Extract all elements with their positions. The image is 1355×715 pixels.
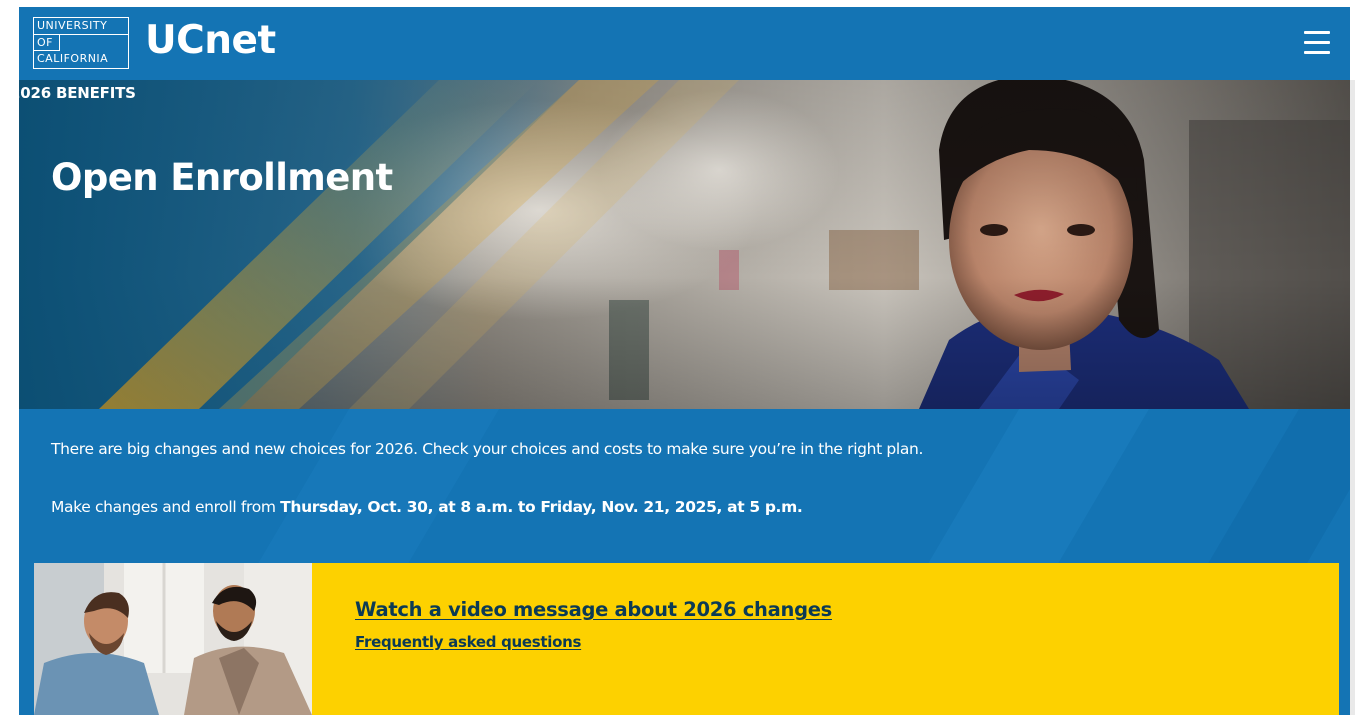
section-eyebrow: 2026 BENEFITS	[19, 84, 136, 102]
callout-photo	[34, 563, 312, 715]
menu-bar	[1304, 41, 1330, 44]
hamburger-menu-icon[interactable]	[1304, 31, 1330, 55]
faq-link[interactable]: Frequently asked questions	[355, 633, 581, 651]
hero-banner: Open Enrollment	[19, 80, 1350, 409]
page-scrollbar[interactable]	[1350, 80, 1355, 715]
video-callout-card: Watch a video message about 2026 changes…	[34, 563, 1339, 715]
uc-logo[interactable]: UNIVERSITY OF CALIFORNIA	[33, 17, 129, 69]
page: UNIVERSITY OF CALIFORNIA UCnet Open Enro…	[0, 0, 1355, 715]
enroll-prefix: Make changes and enroll from	[51, 498, 281, 516]
menu-bar	[1304, 51, 1330, 54]
watch-video-link[interactable]: Watch a video message about 2026 changes	[355, 598, 832, 621]
hero-image	[19, 80, 1350, 409]
menu-bar	[1304, 31, 1330, 34]
enroll-dates: Thursday, Oct. 30, at 8 a.m. to Friday, …	[280, 498, 803, 516]
two-men-photo	[34, 563, 312, 715]
intro-paragraph-2: Make changes and enroll from Thursday, O…	[51, 498, 803, 516]
eyebrow-container: 2026 BENEFITS	[19, 80, 219, 110]
logo-line-of: OF	[34, 34, 60, 51]
site-header: UNIVERSITY OF CALIFORNIA UCnet	[19, 7, 1350, 80]
site-name[interactable]: UCnet	[145, 17, 276, 65]
logo-line-university: UNIVERSITY	[34, 18, 128, 35]
page-title: Open Enrollment	[51, 156, 393, 199]
intro-paragraph-1: There are big changes and new choices fo…	[51, 440, 924, 458]
logo-line-california: CALIFORNIA	[37, 52, 109, 65]
